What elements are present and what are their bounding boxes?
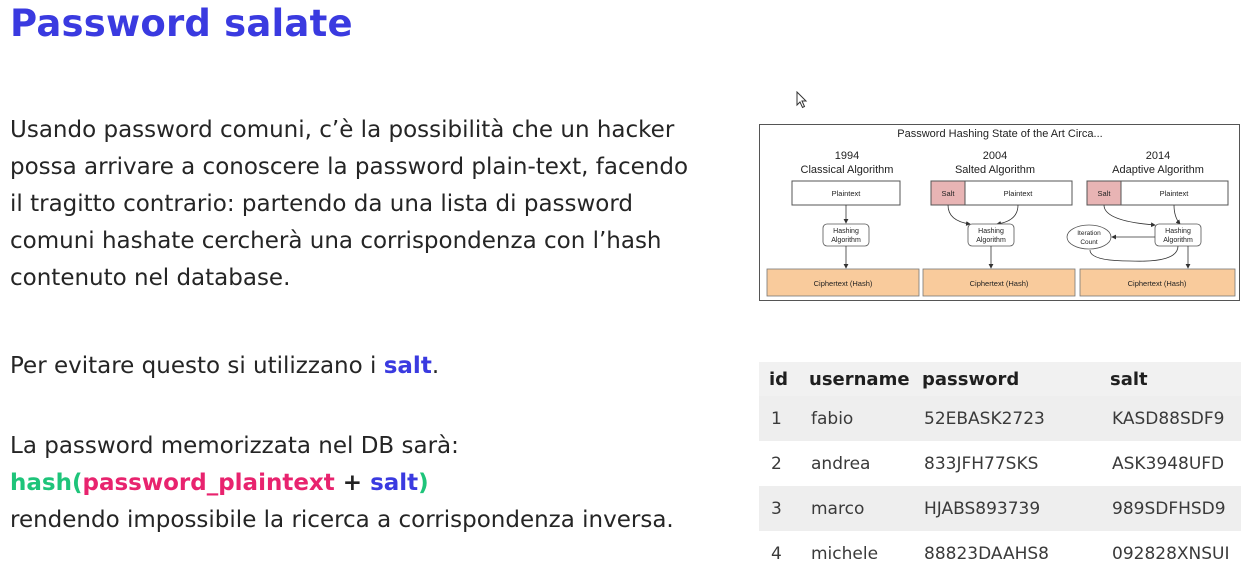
col1-year: 1994 xyxy=(835,150,859,162)
cell-salt: KASD88SDF9 xyxy=(1100,396,1241,441)
cell-password: 88823DAAHS8 xyxy=(912,531,1100,576)
intro-line: possa arrivare a conoscere la password p… xyxy=(10,154,689,180)
formula-conclusion: rendendo impossibile la ricerca a corris… xyxy=(10,507,674,533)
col3-plaintext-label: Plaintext xyxy=(1160,189,1190,198)
cell-password: 833JFH77SKS xyxy=(912,441,1100,486)
salt-sentence: Per evitare questo si utilizzano i salt. xyxy=(10,348,710,385)
diagram-title: Password Hashing State of the Art Circa.… xyxy=(897,128,1102,140)
col3-hashing-label: Hashing xyxy=(1165,228,1191,235)
col3-count-label: Count xyxy=(1080,239,1098,246)
col3-algorithm-label: Algorithm xyxy=(1163,237,1193,244)
formula-intro: La password memorizzata nel DB sarà: xyxy=(10,433,459,459)
table-row: 2 andrea 833JFH77SKS ASK3948UFD xyxy=(759,441,1241,486)
header-salt: salt xyxy=(1100,362,1241,396)
col1-cipher-label: Ciphertext (Hash) xyxy=(814,279,873,288)
col2-salt-label: Salt xyxy=(942,189,956,198)
plaintext-term: password_plaintext xyxy=(82,470,335,496)
cell-id: 1 xyxy=(759,396,799,441)
hashing-diagram-svg: Password Hashing State of the Art Circa.… xyxy=(766,128,1236,297)
page-title: Password salate xyxy=(10,2,353,45)
table-row: 3 marco HJABS893739 989SDFHSD9 xyxy=(759,486,1241,531)
cell-password: 52EBASK2723 xyxy=(912,396,1100,441)
formula-block: La password memorizzata nel DB sarà: has… xyxy=(10,428,710,539)
cell-salt: ASK3948UFD xyxy=(1100,441,1241,486)
salt-sentence-prefix: Per evitare questo si utilizzano i xyxy=(10,353,384,379)
intro-line: comuni hashate cercherà una corrisponden… xyxy=(10,228,662,254)
cell-username: michele xyxy=(799,531,912,576)
salt-sentence-suffix: . xyxy=(431,353,440,379)
col1-hashing-label: Hashing xyxy=(833,228,859,235)
header-id: id xyxy=(759,362,799,396)
plus-sign: + xyxy=(334,470,371,496)
cell-username: marco xyxy=(799,486,912,531)
cell-username: andrea xyxy=(799,441,912,486)
table-header-row: id username password salt xyxy=(759,362,1241,396)
col1-plaintext-label: Plaintext xyxy=(832,189,862,198)
cell-id: 3 xyxy=(759,486,799,531)
col2-year: 2004 xyxy=(983,150,1007,162)
col1-algorithm-label: Algorithm xyxy=(831,237,861,244)
header-username: username xyxy=(799,362,912,396)
col1-name: Classical Algorithm xyxy=(801,164,894,176)
users-table: id username password salt 1 fabio 52EBAS… xyxy=(759,362,1241,576)
salt-keyword: salt xyxy=(383,353,432,379)
cell-username: fabio xyxy=(799,396,912,441)
col3-salt-label: Salt xyxy=(1098,189,1112,198)
mouse-pointer-icon xyxy=(796,91,808,109)
hash-open: hash( xyxy=(10,470,83,496)
col2-algorithm-label: Algorithm xyxy=(976,237,1006,244)
col2-hashing-label: Hashing xyxy=(978,228,1004,235)
col3-year: 2014 xyxy=(1146,150,1170,162)
hash-formula: hash(password_plaintext + salt) xyxy=(10,465,710,502)
salt-term: salt xyxy=(370,470,419,496)
intro-line: il tragitto contrario: partendo da una l… xyxy=(10,191,634,217)
table-row: 4 michele 88823DAAHS8 092828XNSUI xyxy=(759,531,1241,576)
col2-name: Salted Algorithm xyxy=(955,164,1035,176)
table-row: 1 fabio 52EBASK2723 KASD88SDF9 xyxy=(759,396,1241,441)
intro-paragraph: Usando password comuni, c’è la possibili… xyxy=(10,112,710,297)
hash-close: ) xyxy=(418,470,429,496)
intro-line: Usando password comuni, c’è la possibili… xyxy=(10,117,675,143)
header-password: password xyxy=(912,362,1100,396)
col3-iteration-label: Iteration xyxy=(1077,230,1101,237)
cell-id: 4 xyxy=(759,531,799,576)
cell-salt: 989SDFHSD9 xyxy=(1100,486,1241,531)
cell-password: HJABS893739 xyxy=(912,486,1100,531)
col3-cipher-label: Ciphertext (Hash) xyxy=(1128,279,1187,288)
hashing-diagram: Password Hashing State of the Art Circa.… xyxy=(759,124,1240,301)
intro-line: contenuto nel database. xyxy=(10,265,291,291)
col3-name: Adaptive Algorithm xyxy=(1112,164,1204,176)
col2-plaintext-label: Plaintext xyxy=(1004,189,1034,198)
cell-id: 2 xyxy=(759,441,799,486)
cell-salt: 092828XNSUI xyxy=(1100,531,1241,576)
col2-cipher-label: Ciphertext (Hash) xyxy=(970,279,1029,288)
